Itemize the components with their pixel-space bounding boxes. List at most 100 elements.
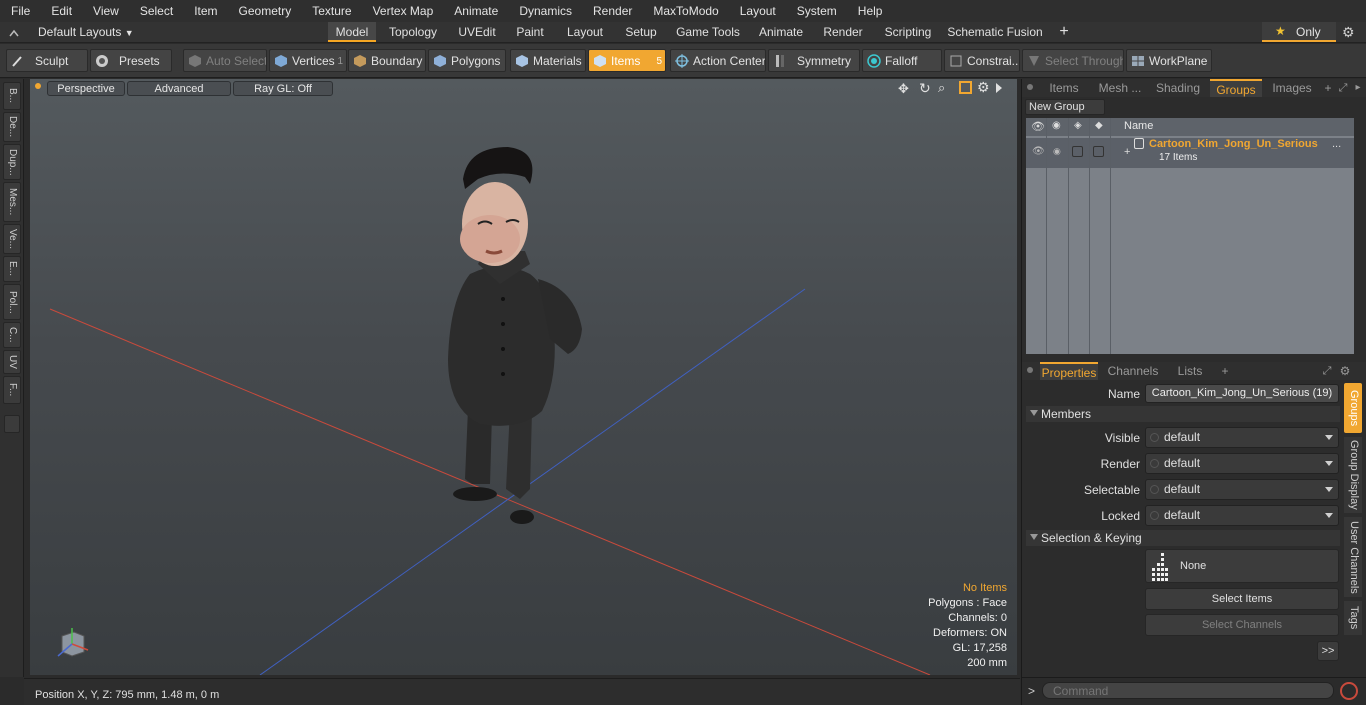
side-tab-groups[interactable]: Groups [1344,383,1362,433]
tab-items[interactable]: Items [1040,79,1088,97]
items-button[interactable]: Items 5 [588,49,666,72]
tab-uvedit[interactable]: UVEdit [452,22,502,42]
new-group-button[interactable]: New Group [1025,99,1105,115]
left-tab-curve[interactable]: C... [3,322,21,348]
workplane-button[interactable]: WorkPlane [1126,49,1212,72]
add-properties-tab-icon[interactable]: + [1218,362,1232,380]
add-panel-tab-icon[interactable]: + [1322,79,1334,97]
left-tab-edge[interactable]: E... [3,256,21,282]
tab-schematic-fusion[interactable]: Schematic Fusion [946,22,1044,42]
tab-paint[interactable]: Paint [508,22,552,42]
side-tab-user-channels[interactable]: User Channels [1344,517,1362,597]
vertices-button[interactable]: Vertices 1 [269,49,347,72]
render-column-icon[interactable]: ◉ [1052,120,1061,131]
tab-mesh[interactable]: Mesh ... [1092,79,1148,97]
menu-geometry[interactable]: Geometry [228,4,302,18]
menu-dynamics[interactable]: Dynamics [508,4,582,18]
left-tab-vertex[interactable]: Ve... [3,224,21,254]
menu-texture[interactable]: Texture [301,4,361,18]
materials-button[interactable]: Materials [510,49,586,72]
left-tab-duplicate[interactable]: Dup... [3,144,21,180]
members-section[interactable]: Members [1026,406,1340,422]
menu-item[interactable]: Item [183,4,227,18]
visible-dropdown[interactable]: default [1145,427,1339,448]
select-column-icon[interactable]: ◆ [1095,120,1103,131]
tab-render[interactable]: Render [816,22,870,42]
groups-scrollbar[interactable] [1355,118,1365,354]
viewport-expand-icon[interactable] [996,83,1002,93]
row-select-checkbox[interactable] [1093,146,1104,157]
row-lock-checkbox[interactable] [1072,146,1083,157]
menu-maxtomodo[interactable]: MaxToModo [642,4,728,18]
layout-expand-icon[interactable] [9,27,19,37]
menu-system[interactable]: System [786,4,847,18]
tab-model[interactable]: Model [328,22,376,42]
layout-selector[interactable]: Default Layouts ▼ [38,25,134,39]
menu-vertex-map[interactable]: Vertex Map [362,4,444,18]
expand-plus-icon[interactable]: + [1124,146,1130,158]
selectable-dropdown[interactable]: default [1145,479,1339,500]
rotate-view-icon[interactable]: ↻ [919,80,931,97]
3d-viewport[interactable]: Perspective Advanced Ray GL: Off ✥ ↻ ⌕ ⚙ [30,79,1017,675]
menu-animate[interactable]: Animate [443,4,508,18]
menu-view[interactable]: View [82,4,129,18]
expand-properties-icon[interactable]: ⤢ [1320,362,1334,380]
row-render-icon[interactable]: ◉ [1053,146,1061,157]
tab-animate[interactable]: Animate [752,22,810,42]
menu-render[interactable]: Render [582,4,642,18]
record-icon[interactable] [1340,682,1358,700]
add-tab-icon[interactable]: + [1054,22,1074,42]
sculpt-button[interactable]: Sculpt [6,49,88,72]
keying-none-button[interactable]: None [1145,549,1339,583]
visibility-column-icon[interactable]: 👁 [1031,120,1045,133]
tab-images[interactable]: Images [1266,79,1318,97]
menu-help[interactable]: Help [847,4,893,18]
more-button[interactable]: >> [1317,641,1339,661]
left-tabs-toggle[interactable] [4,415,20,433]
tab-setup[interactable]: Setup [618,22,664,42]
side-tab-group-display[interactable]: Group Display [1344,437,1362,513]
tab-scripting[interactable]: Scripting [878,22,938,42]
group-row[interactable]: 👁 ◉ + Cartoon_Kim_Jong_Un_Serious ... 17… [1026,138,1354,168]
tab-topology[interactable]: Topology [380,22,446,42]
group-name-field[interactable]: Cartoon_Kim_Jong_Un_Serious (19) [1145,384,1339,403]
command-input[interactable] [1042,682,1334,699]
gear-icon[interactable]: ⚙ [1342,24,1358,40]
move-view-icon[interactable]: ✥ [898,81,909,97]
left-tab-basic[interactable]: B... [3,82,21,110]
left-tab-deform[interactable]: De... [3,112,21,142]
symmetry-button[interactable]: Symmetry [768,49,860,72]
left-tab-uv[interactable]: UV [3,350,21,374]
left-tab-mesh-edit[interactable]: Mes... [3,182,21,222]
tab-groups[interactable]: Groups [1210,79,1262,97]
zoom-view-icon[interactable]: ⌕ [938,80,945,96]
left-tab-fusion[interactable]: F... [3,376,21,404]
panel-more-icon[interactable]: ▸ [1352,79,1364,97]
properties-menu-dot-icon[interactable] [1027,367,1033,373]
select-items-button[interactable]: Select Items [1145,588,1339,610]
presets-button[interactable]: Presets [90,49,172,72]
viewport-gear-icon[interactable]: ⚙ [977,79,990,96]
select-channels-button[interactable]: Select Channels [1145,614,1339,636]
locked-dropdown[interactable]: default [1145,505,1339,526]
tab-properties[interactable]: Properties [1040,362,1098,380]
action-center-button[interactable]: Action Center [670,49,766,72]
only-toggle[interactable]: ★ Only [1262,22,1336,42]
viewport-menu-dot-icon[interactable] [35,83,41,89]
select-through-button[interactable]: Select Through [1022,49,1124,72]
menu-select[interactable]: Select [129,4,183,18]
menu-layout[interactable]: Layout [729,4,786,18]
tab-lists[interactable]: Lists [1168,362,1212,380]
menu-edit[interactable]: Edit [40,4,82,18]
raygl-button[interactable]: Ray GL: Off [233,81,333,96]
tab-game-tools[interactable]: Game Tools [672,22,744,42]
view-perspective-button[interactable]: Perspective [47,81,125,96]
constraints-button[interactable]: Constrai... [944,49,1020,72]
lock-column-icon[interactable]: ◈ [1074,120,1082,131]
tab-shading[interactable]: Shading [1152,79,1204,97]
shading-mode-button[interactable]: Advanced [127,81,231,96]
panel-menu-dot-icon[interactable] [1027,84,1033,90]
properties-gear-icon[interactable]: ⚙ [1338,362,1352,380]
auto-select-button[interactable]: Auto Select [183,49,267,72]
boundary-button[interactable]: Boundary [348,49,426,72]
